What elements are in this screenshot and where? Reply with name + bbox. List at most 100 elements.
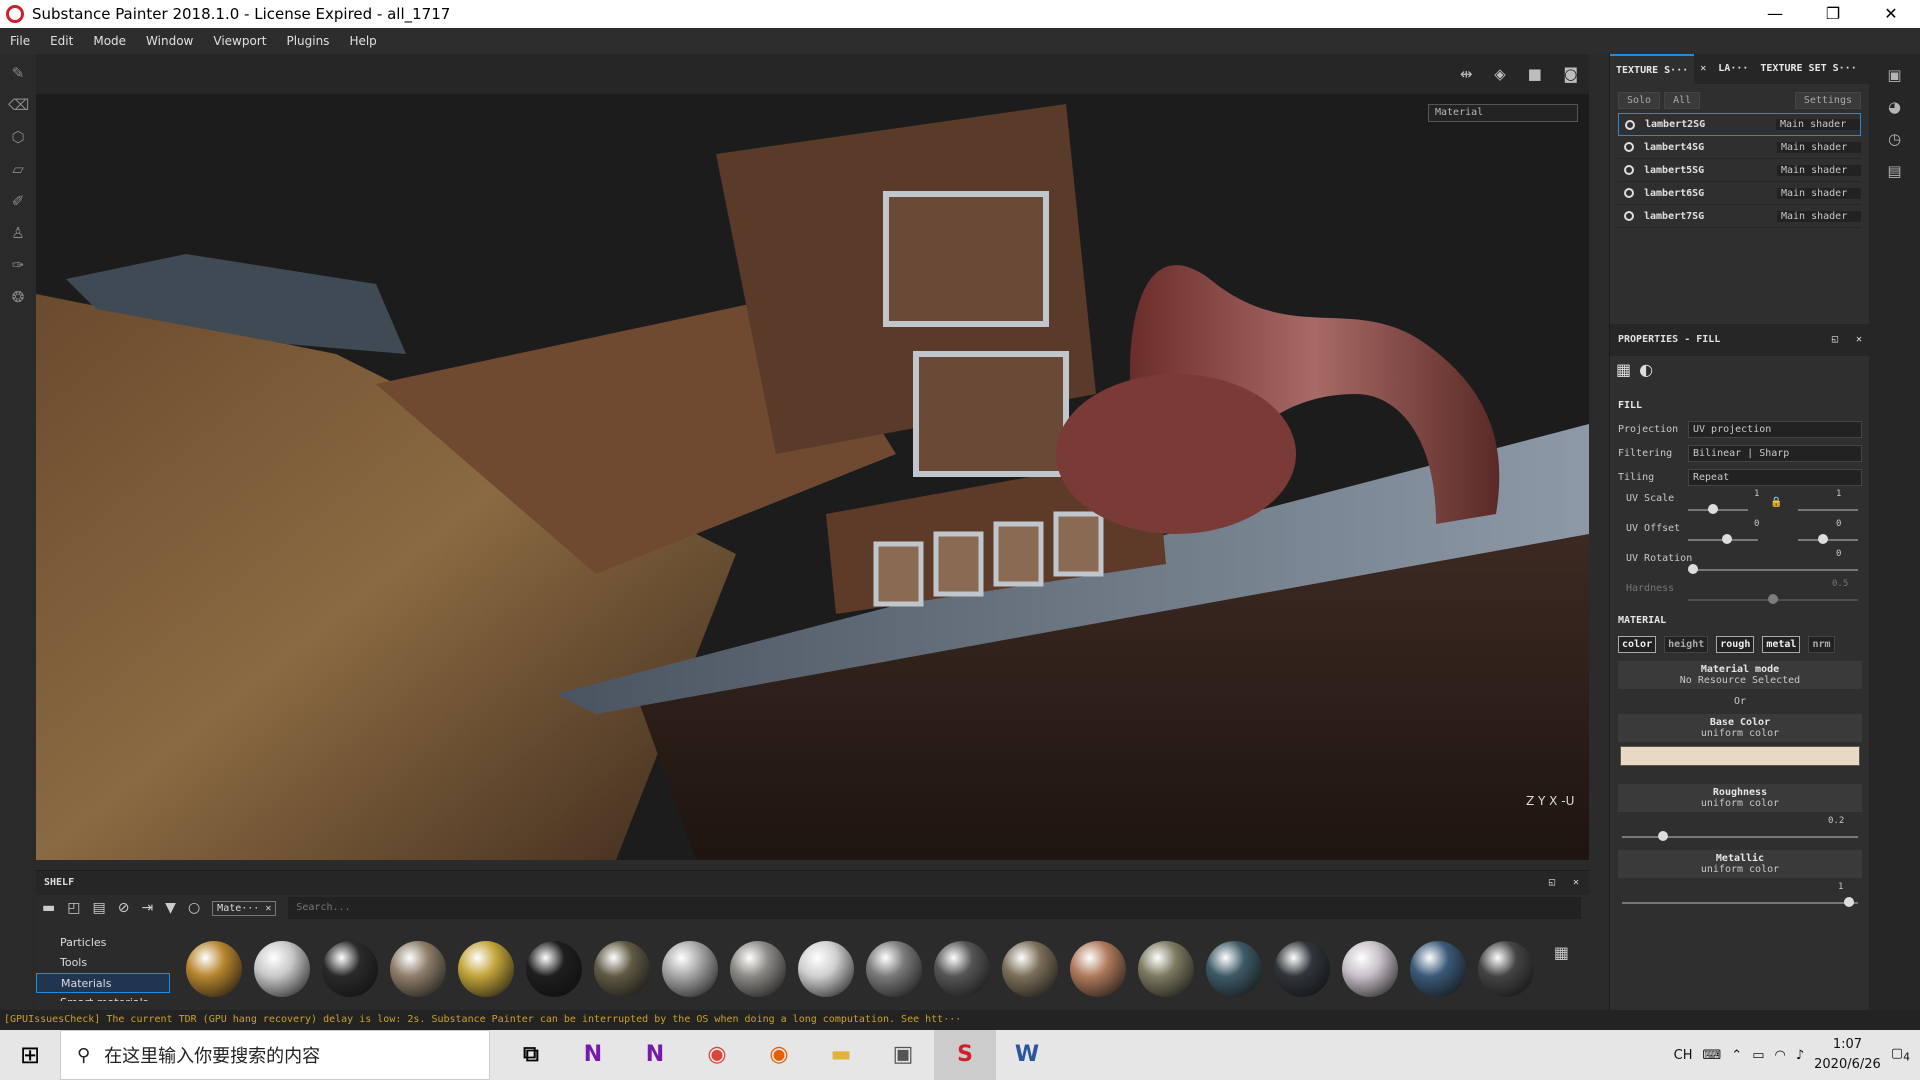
close-icon[interactable]: ◱ ✕: [1549, 871, 1579, 895]
material-thumbnail[interactable]: [798, 941, 854, 997]
menu-help[interactable]: Help: [339, 34, 386, 48]
projection-select[interactable]: UV projection: [1688, 420, 1862, 438]
shader-select[interactable]: Main shader: [1777, 187, 1861, 199]
circle-icon[interactable]: ○: [188, 900, 200, 916]
tab-layers[interactable]: LA···: [1712, 54, 1754, 84]
ime-indicator[interactable]: CH: [1674, 1048, 1693, 1063]
menu-window[interactable]: Window: [136, 34, 203, 48]
base-color-slot[interactable]: Base Color uniform color: [1618, 714, 1862, 742]
material-thumbnail[interactable]: [254, 941, 310, 997]
symmetry-icon[interactable]: ⇹: [1460, 65, 1473, 83]
category-smart-materials[interactable]: Smart materials: [36, 993, 176, 1001]
uv-offset-slider[interactable]: UV Offset 0 0: [1618, 519, 1862, 549]
material-thumbnail[interactable]: [1070, 941, 1126, 997]
channel-nrm-toggle[interactable]: nrm: [1808, 636, 1835, 653]
material-mode-slot[interactable]: Material mode No Resource Selected: [1618, 661, 1862, 689]
hardness-knob[interactable]: [1768, 594, 1778, 604]
material-sphere-icon[interactable]: ◐: [1639, 360, 1653, 379]
folder-icon[interactable]: ▬: [42, 900, 55, 916]
viewport-display-select[interactable]: Material: [1428, 104, 1578, 122]
firefox-icon[interactable]: ◉: [748, 1030, 810, 1080]
uv-rotation-knob[interactable]: [1688, 564, 1698, 574]
roughness-knob[interactable]: [1658, 831, 1668, 841]
tiling-select[interactable]: Repeat: [1688, 468, 1862, 486]
wifi-icon[interactable]: ◠: [1775, 1048, 1786, 1063]
material-thumbnail[interactable]: [730, 941, 786, 997]
chevron-up-icon[interactable]: ⌃: [1731, 1048, 1742, 1063]
hide-icon[interactable]: ⊘: [118, 900, 130, 916]
tab-texture-set-settings[interactable]: TEXTURE SET S···: [1754, 54, 1862, 84]
uv-offset-knob-2[interactable]: [1818, 534, 1828, 544]
shader-select[interactable]: Main shader: [1777, 210, 1861, 222]
volume-icon[interactable]: ♪: [1796, 1048, 1804, 1063]
history-icon[interactable]: ◷: [1869, 130, 1920, 148]
channel-metal-toggle[interactable]: metal: [1762, 636, 1801, 653]
metallic-knob[interactable]: [1844, 897, 1854, 907]
filtering-select[interactable]: Bilinear | Sharp: [1688, 444, 1862, 462]
texture-set-row[interactable]: lambert2SG Main shader: [1618, 113, 1861, 136]
material-thumbnail[interactable]: [594, 941, 650, 997]
fill-properties-icon[interactable]: ▦: [1616, 360, 1631, 379]
hardness-slider[interactable]: Hardness 0.5: [1618, 579, 1862, 609]
camera-icon[interactable]: ■: [1528, 65, 1542, 83]
menu-file[interactable]: File: [0, 34, 40, 48]
channel-color-toggle[interactable]: color: [1618, 636, 1657, 653]
restore-button[interactable]: ❐: [1804, 0, 1862, 28]
grid-view-icon[interactable]: ▦: [1554, 943, 1569, 962]
close-button[interactable]: ✕: [1862, 0, 1920, 28]
uv-rotation-slider[interactable]: UV Rotation 0: [1618, 549, 1862, 579]
solo-button[interactable]: Solo: [1618, 92, 1661, 109]
material-thumbnail[interactable]: [1342, 941, 1398, 997]
keyboard-icon[interactable]: ⌨: [1703, 1048, 1722, 1063]
menu-edit[interactable]: Edit: [40, 34, 83, 48]
paint-brush-icon[interactable]: ✎: [8, 64, 28, 84]
material-thumbnail[interactable]: [662, 941, 718, 997]
projection-icon[interactable]: ⬡: [8, 128, 28, 148]
onenote-icon[interactable]: N: [562, 1030, 624, 1080]
notifications-icon[interactable]: ▢4: [1891, 1046, 1910, 1064]
texture-set-row[interactable]: lambert5SG Main shader: [1618, 159, 1861, 182]
viewport-3d[interactable]: ⇹ ◈ ■ ◙ Material Z Y X -U: [36, 54, 1589, 860]
windows-start-icon[interactable]: ⊞: [0, 1041, 60, 1069]
visibility-icon[interactable]: [1624, 165, 1634, 175]
close-icon[interactable]: ◱ ✕: [1832, 324, 1862, 356]
shader-select[interactable]: Main shader: [1776, 119, 1860, 130]
roughness-slot[interactable]: Roughness uniform color: [1618, 784, 1862, 812]
all-button[interactable]: All: [1664, 92, 1701, 109]
material-thumbnail[interactable]: [1206, 941, 1262, 997]
channel-rough-toggle[interactable]: rough: [1716, 636, 1755, 653]
minimize-button[interactable]: —: [1746, 0, 1804, 28]
category-materials[interactable]: Materials: [36, 973, 170, 993]
substance-painter-icon[interactable]: S: [934, 1030, 996, 1080]
shader-select[interactable]: Main shader: [1777, 164, 1861, 176]
import-icon[interactable]: ▤: [92, 900, 105, 916]
texture-set-row[interactable]: lambert4SG Main shader: [1618, 136, 1861, 159]
material-thumbnail[interactable]: [526, 941, 582, 997]
roughness-slider[interactable]: 0.2: [1618, 816, 1862, 846]
battery-icon[interactable]: ▭: [1752, 1048, 1764, 1063]
taskbar-search[interactable]: ⚲ 在这里输入你要搜索的内容: [60, 1030, 490, 1080]
filter-chip[interactable]: Mate··· ✕: [212, 900, 277, 916]
polygon-fill-icon[interactable]: ▱: [8, 160, 28, 180]
visibility-icon[interactable]: [1625, 119, 1635, 130]
tab-texture-set-list[interactable]: TEXTURE S···: [1610, 54, 1695, 84]
category-tools[interactable]: Tools: [36, 953, 176, 973]
bake-icon[interactable]: ❂: [8, 288, 28, 308]
uv-scale-slider[interactable]: UV Scale 1 1 🔒: [1618, 489, 1862, 519]
word-icon[interactable]: W: [996, 1030, 1058, 1080]
channel-height-toggle[interactable]: height: [1664, 636, 1709, 653]
metallic-slot[interactable]: Metallic uniform color: [1618, 850, 1862, 878]
log-icon[interactable]: ▤: [1869, 162, 1920, 180]
material-thumbnail[interactable]: [1410, 941, 1466, 997]
material-thumbnail[interactable]: [934, 941, 990, 997]
material-thumbnail[interactable]: [1002, 941, 1058, 997]
color-picker-icon[interactable]: ✑: [8, 256, 28, 276]
material-thumbnail[interactable]: [322, 941, 378, 997]
material-thumbnail[interactable]: [390, 941, 446, 997]
display-settings-icon[interactable]: ▣: [1869, 66, 1920, 84]
uv-offset-knob[interactable]: [1722, 534, 1732, 544]
taskbar-clock[interactable]: 1:07 2020/6/26: [1814, 1035, 1881, 1075]
shader-select[interactable]: Main shader: [1777, 141, 1861, 153]
visibility-icon[interactable]: [1624, 211, 1634, 221]
app-window-icon[interactable]: ▣: [872, 1030, 934, 1080]
